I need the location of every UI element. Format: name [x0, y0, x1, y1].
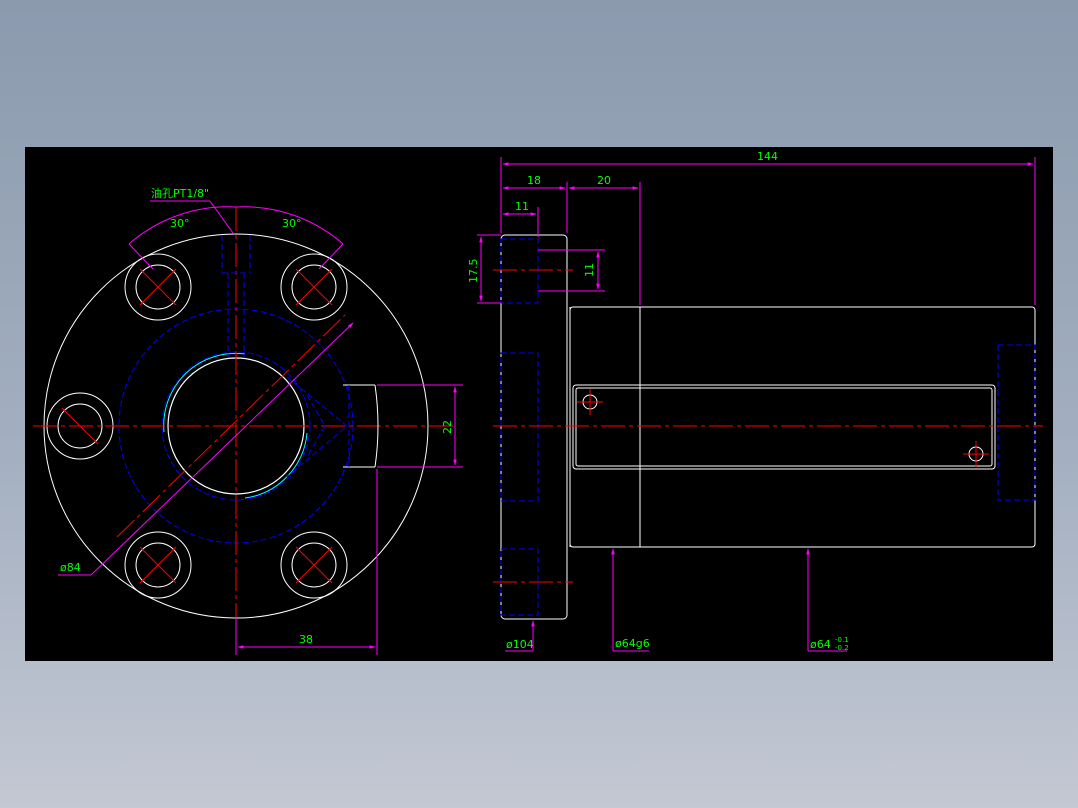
- cad-drawing: 38 22 30° 30° 油孔PT1/8" ø84 144 18 20 11 …: [33, 150, 1043, 655]
- bolt-hole-bottom-right: [280, 531, 348, 599]
- dim-144-text: 144: [757, 150, 778, 163]
- dia-64g6-text: ø64g6: [615, 637, 650, 650]
- dia-84-leader: [90, 322, 354, 576]
- dim-38-text: 38: [299, 633, 313, 646]
- dim-18-text: 18: [527, 174, 541, 187]
- dim-17-5-text: 17.5: [467, 259, 480, 284]
- dia-84-text: ø84: [60, 561, 81, 574]
- bolt-hole-top-right: [280, 253, 348, 321]
- bolt-hole-bottom-left: [124, 531, 192, 599]
- flange-side: [500, 234, 568, 620]
- dim-11-top-text: 11: [515, 200, 529, 213]
- dim-11-right-text: 11: [583, 263, 596, 277]
- bolt-hole-top-left: [124, 253, 192, 321]
- dim-22-text: 22: [441, 420, 454, 434]
- oil-hole-label: 油孔PT1/8": [151, 186, 209, 200]
- cad-drawing-canvas[interactable]: 38 22 30° 30° 油孔PT1/8" ø84 144 18 20 11 …: [25, 147, 1053, 661]
- tol-lower-text: -0.2: [835, 644, 849, 652]
- dim-20-text: 20: [597, 174, 611, 187]
- front-view: 38 22 30° 30° 油孔PT1/8" ø84: [33, 186, 463, 655]
- side-view: 144 18 20 11 17.5 11 ø104 ø64g6 ø64 -0.1: [467, 150, 1043, 652]
- angle-left-text: 30°: [170, 217, 190, 230]
- keyway-slot: [572, 384, 996, 470]
- tol-upper-text: -0.1: [835, 636, 849, 644]
- dia-64-text: ø64: [810, 638, 831, 651]
- angle-right-text: 30°: [282, 217, 302, 230]
- dia-104-text: ø104: [506, 638, 534, 651]
